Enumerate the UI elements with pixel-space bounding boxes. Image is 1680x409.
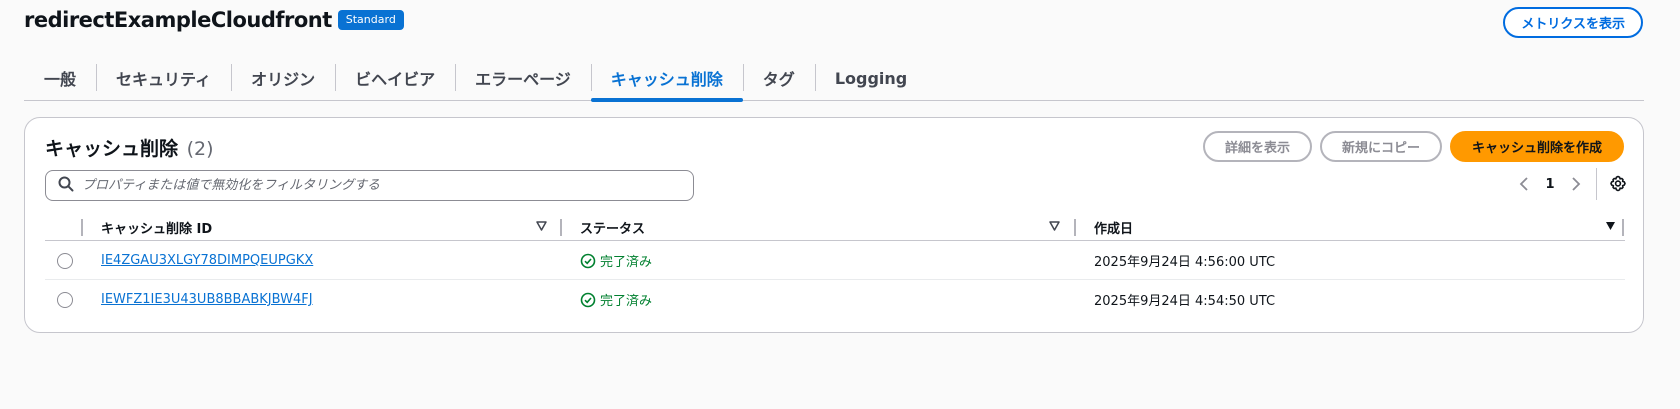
column-divider bbox=[560, 219, 562, 236]
view-details-button[interactable]: 詳細を表示 bbox=[1202, 131, 1312, 162]
pagination: 1 bbox=[1512, 168, 1629, 200]
tab-tags[interactable]: タグ bbox=[742, 58, 815, 98]
create-invalidation-button[interactable]: キャッシュ削除を作成 bbox=[1449, 131, 1624, 162]
column-header-created[interactable]: 作成日 bbox=[1094, 213, 1133, 241]
action-buttons: 詳細を表示 新規にコピー キャッシュ削除を作成 bbox=[1202, 131, 1624, 162]
copy-to-new-button[interactable]: 新規にコピー bbox=[1319, 131, 1442, 162]
panel-title: キャッシュ削除 (2) bbox=[45, 134, 214, 161]
sort-icon[interactable] bbox=[534, 219, 548, 233]
search-input[interactable] bbox=[82, 178, 662, 193]
chevron-right-icon[interactable] bbox=[1564, 172, 1588, 196]
page-header: redirectExampleCloudfront Standard bbox=[24, 8, 404, 32]
invalidations-panel: キャッシュ削除 (2) 詳細を表示 新規にコピー キャッシュ削除を作成 1 bbox=[24, 117, 1644, 333]
item-count: (2) bbox=[186, 138, 214, 160]
check-circle-icon bbox=[580, 292, 596, 307]
check-circle-icon bbox=[580, 253, 596, 268]
tab-origins[interactable]: オリジン bbox=[231, 58, 335, 98]
panel-title-text: キャッシュ削除 bbox=[45, 138, 179, 160]
tab-security[interactable]: セキュリティ bbox=[96, 58, 231, 98]
status-cell: 完了済み bbox=[580, 241, 652, 280]
column-header-id[interactable]: キャッシュ削除 ID bbox=[101, 213, 212, 241]
sort-desc-icon[interactable] bbox=[1603, 219, 1617, 233]
status-text: 完了済み bbox=[600, 255, 653, 270]
page-title: redirectExampleCloudfront bbox=[24, 8, 332, 32]
row-select-radio[interactable] bbox=[57, 253, 73, 269]
created-date: 2025年9月24日 4:54:50 UTC bbox=[1094, 294, 1276, 309]
column-divider bbox=[1622, 219, 1624, 236]
tab-behaviors[interactable]: ビヘイビア bbox=[335, 58, 455, 98]
search-icon bbox=[58, 176, 74, 196]
created-date: 2025年9月24日 4:56:00 UTC bbox=[1094, 255, 1276, 270]
column-header-status[interactable]: ステータス bbox=[580, 213, 645, 241]
gear-icon[interactable] bbox=[1607, 173, 1629, 195]
tab-error-pages[interactable]: エラーページ bbox=[455, 58, 591, 98]
invalidation-id-link[interactable]: IEWFZ1IE3U43UB8BBABKJBW4FJ bbox=[101, 292, 313, 307]
status-text: 完了済み bbox=[600, 294, 653, 309]
sort-icon[interactable] bbox=[1047, 219, 1061, 233]
pager-divider bbox=[1596, 168, 1597, 200]
view-metrics-button[interactable]: メトリクスを表示 bbox=[1503, 7, 1643, 38]
table-row[interactable]: IE4ZGAU3XLGY78DIMPQEUPGKX 完了済み 2025年9月24… bbox=[45, 241, 1625, 280]
tab-bar: 一般 セキュリティ オリジン ビヘイビア エラーページ キャッシュ削除 タグ L… bbox=[24, 58, 1644, 102]
status-cell: 完了済み bbox=[580, 280, 652, 319]
page-number[interactable]: 1 bbox=[1536, 177, 1564, 192]
table-header: キャッシュ削除 ID ステータス 作成日 bbox=[45, 213, 1625, 241]
tab-general[interactable]: 一般 bbox=[24, 58, 96, 98]
invalidations-table: キャッシュ削除 ID ステータス 作成日 IE4ZGAU3XLGY78DIMPQ… bbox=[45, 213, 1625, 319]
invalidation-id-link[interactable]: IE4ZGAU3XLGY78DIMPQEUPGKX bbox=[101, 253, 313, 268]
page: redirectExampleCloudfront Standard メトリクス… bbox=[0, 0, 1680, 409]
column-divider bbox=[1074, 219, 1076, 236]
tab-invalidations[interactable]: キャッシュ削除 bbox=[590, 58, 743, 102]
table-row[interactable]: IEWFZ1IE3U43UB8BBABKJBW4FJ 完了済み 2025年9月2… bbox=[45, 280, 1625, 319]
chevron-left-icon[interactable] bbox=[1512, 172, 1536, 196]
column-divider bbox=[81, 219, 83, 236]
row-select-radio[interactable] bbox=[57, 292, 73, 308]
tab-logging[interactable]: Logging bbox=[814, 58, 927, 98]
filter-search bbox=[45, 170, 694, 201]
status-badge: Standard bbox=[337, 10, 404, 30]
